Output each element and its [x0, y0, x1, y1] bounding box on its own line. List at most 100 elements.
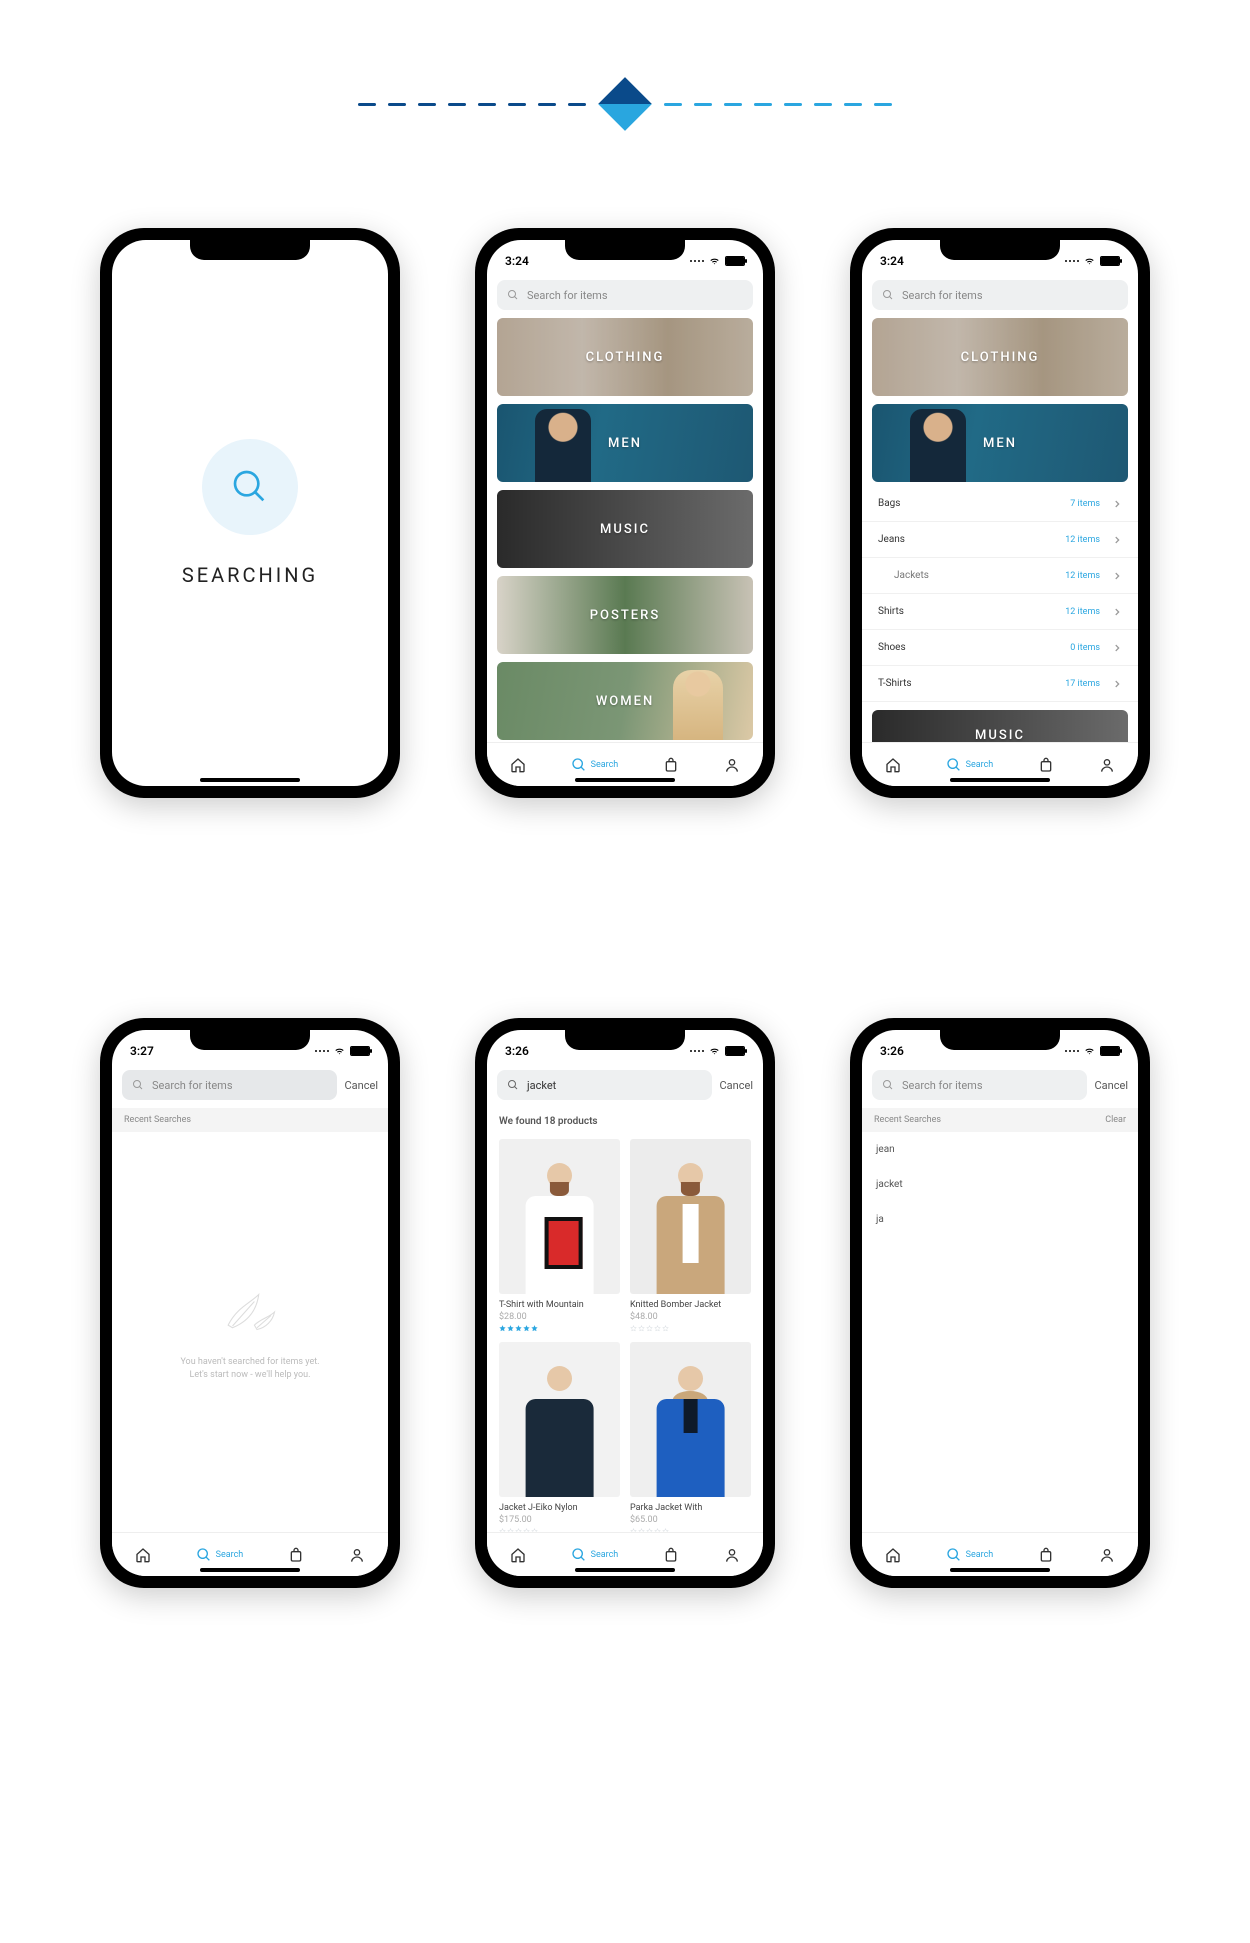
bag-icon [1038, 1547, 1054, 1563]
star-icon [662, 1325, 669, 1332]
category-women[interactable]: WOMEN [497, 662, 753, 740]
battery-icon [1100, 1046, 1120, 1056]
tab-home[interactable] [885, 1547, 901, 1563]
tab-profile[interactable] [724, 757, 740, 773]
signal-icon [1065, 1050, 1079, 1052]
search-input[interactable]: Search for items [497, 280, 753, 310]
chevron-right-icon [1112, 499, 1122, 509]
category-posters[interactable]: POSTERS [497, 576, 753, 654]
product-card[interactable]: Knitted Bomber Jacket $48.00 [630, 1139, 751, 1332]
home-indicator [950, 1568, 1050, 1572]
recent-searches-header: Recent Searches [112, 1108, 388, 1132]
home-icon [885, 757, 901, 773]
subcat-shoes[interactable]: Shoes0 items [862, 630, 1138, 666]
tab-bag[interactable] [1038, 1547, 1054, 1563]
subcat-tshirts[interactable]: T-Shirts17 items [862, 666, 1138, 702]
searching-title: SEARCHING [182, 563, 318, 587]
status-time: 3:27 [130, 1044, 154, 1058]
star-icon [523, 1528, 530, 1532]
status-time: 3:26 [880, 1044, 904, 1058]
results-count: We found 18 products [487, 1108, 763, 1135]
phone-categories: 3:24 Search for items CLOTHING MEN MUSIC [475, 228, 775, 798]
notch [940, 240, 1060, 260]
search-input[interactable]: jacket [497, 1070, 712, 1100]
phone-search-empty: 3:27 Search for items Cancel Recent Sear… [100, 1018, 400, 1588]
search-input[interactable]: Search for items [122, 1070, 337, 1100]
battery-icon [725, 1046, 745, 1056]
signal-icon [315, 1050, 329, 1052]
tab-home[interactable] [510, 757, 526, 773]
category-music[interactable]: MUSIC [497, 490, 753, 568]
tab-bag[interactable] [663, 1547, 679, 1563]
subcat-jeans[interactable]: Jeans12 items [862, 522, 1138, 558]
tab-search[interactable]: Search [946, 1547, 994, 1563]
signal-icon [1065, 260, 1079, 262]
search-icon [196, 1547, 212, 1563]
recent-search-item[interactable]: ja [862, 1202, 1138, 1237]
recent-search-item[interactable]: jean [862, 1132, 1138, 1167]
tab-home[interactable] [510, 1547, 526, 1563]
phone-recent-searches: 3:26 Search for items Cancel Recent Sear… [850, 1018, 1150, 1588]
subcat-jackets[interactable]: Jackets12 items [862, 558, 1138, 594]
tab-profile[interactable] [1099, 1547, 1115, 1563]
tab-search[interactable]: Search [946, 757, 994, 773]
search-input[interactable]: Search for items [872, 280, 1128, 310]
tab-bag[interactable] [663, 757, 679, 773]
clear-button[interactable]: Clear [1105, 1115, 1126, 1125]
person-icon [724, 757, 740, 773]
chevron-right-icon [1112, 571, 1122, 581]
star-icon [507, 1528, 514, 1532]
notch [565, 240, 685, 260]
tab-profile[interactable] [349, 1547, 365, 1563]
star-icon [638, 1325, 645, 1332]
search-placeholder: Search for items [902, 1079, 983, 1092]
category-men[interactable]: MEN [497, 404, 753, 482]
wifi-icon [333, 1046, 346, 1056]
subcat-bags[interactable]: Bags7 items [862, 486, 1138, 522]
wifi-icon [708, 256, 721, 266]
cancel-button[interactable]: Cancel [345, 1079, 378, 1092]
category-clothing[interactable]: CLOTHING [497, 318, 753, 396]
category-music[interactable]: MUSIC [872, 710, 1128, 742]
product-card[interactable]: Parka Jacket With $65.00 [630, 1342, 751, 1532]
star-icon [638, 1528, 645, 1532]
rating-stars [630, 1325, 751, 1332]
home-indicator [950, 778, 1050, 782]
status-time: 3:24 [880, 254, 904, 268]
chevron-right-icon [1112, 535, 1122, 545]
tab-search[interactable]: Search [196, 1547, 244, 1563]
chevron-right-icon [1112, 679, 1122, 689]
recent-searches-header: Recent Searches Clear [862, 1108, 1138, 1132]
tab-bag[interactable] [1038, 757, 1054, 773]
product-card[interactable]: T-Shirt with Mountain $28.00 [499, 1139, 620, 1332]
home-icon [510, 1547, 526, 1563]
product-card[interactable]: Jacket J-Eiko Nylon $175.00 [499, 1342, 620, 1532]
recent-search-item[interactable]: jacket [862, 1167, 1138, 1202]
cancel-button[interactable]: Cancel [1095, 1079, 1128, 1092]
home-indicator [575, 1568, 675, 1572]
star-icon [507, 1325, 514, 1332]
star-icon [646, 1325, 653, 1332]
tab-profile[interactable] [1099, 757, 1115, 773]
bag-icon [1038, 757, 1054, 773]
subcat-shirts[interactable]: Shirts12 items [862, 594, 1138, 630]
category-clothing[interactable]: CLOTHING [872, 318, 1128, 396]
notch [565, 1030, 685, 1050]
category-men[interactable]: MEN [872, 404, 1128, 482]
search-placeholder: Search for items [527, 289, 608, 302]
search-input[interactable]: Search for items [872, 1070, 1087, 1100]
cancel-button[interactable]: Cancel [720, 1079, 753, 1092]
tab-search[interactable]: Search [571, 757, 619, 773]
tab-home[interactable] [885, 757, 901, 773]
recent-searches-list: jean jacket ja [862, 1132, 1138, 1237]
search-icon [946, 1547, 962, 1563]
person-icon [724, 1547, 740, 1563]
home-indicator [200, 1568, 300, 1572]
tab-search[interactable]: Search [571, 1547, 619, 1563]
tab-bag[interactable] [288, 1547, 304, 1563]
tab-home[interactable] [135, 1547, 151, 1563]
search-placeholder: Search for items [152, 1079, 233, 1092]
battery-icon [350, 1046, 370, 1056]
tab-profile[interactable] [724, 1547, 740, 1563]
person-icon [1099, 1547, 1115, 1563]
